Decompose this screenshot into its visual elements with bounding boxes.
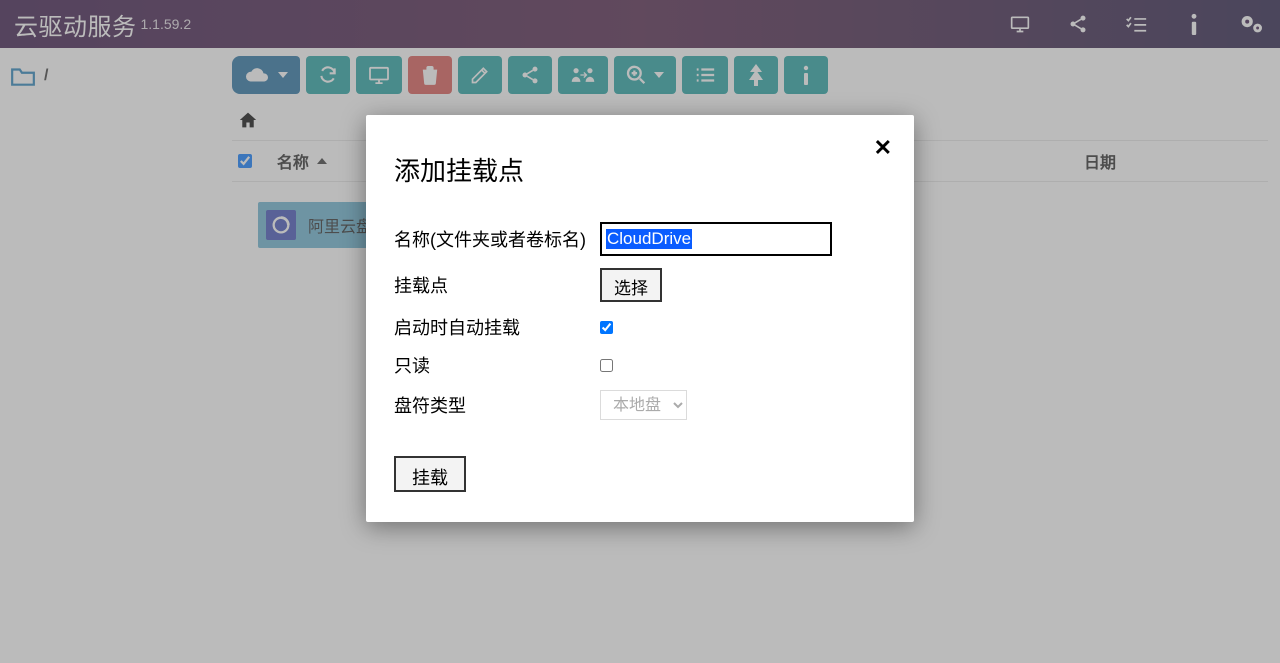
drivetype-select: 本地盘 <box>600 390 687 420</box>
name-label: 名称(文件夹或者卷标名) <box>394 226 600 252</box>
drivetype-label: 盘符类型 <box>394 392 600 418</box>
automount-label: 启动时自动挂载 <box>394 314 600 340</box>
readonly-checkbox[interactable] <box>600 359 613 372</box>
select-mountpoint-button[interactable]: 选择 <box>600 268 662 302</box>
mount-submit-button[interactable]: 挂载 <box>394 456 466 492</box>
readonly-label: 只读 <box>394 352 600 378</box>
dialog-title: 添加挂载点 <box>394 151 886 188</box>
automount-checkbox[interactable] <box>600 321 613 334</box>
close-icon[interactable]: ✕ <box>874 135 892 161</box>
mountpoint-label: 挂载点 <box>394 272 600 298</box>
add-mount-dialog: ✕ 添加挂载点 名称(文件夹或者卷标名) CloudDrive 挂载点 选择 启… <box>366 115 914 522</box>
modal-overlay: ✕ 添加挂载点 名称(文件夹或者卷标名) CloudDrive 挂载点 选择 启… <box>0 0 1280 663</box>
name-field[interactable]: CloudDrive <box>600 222 832 256</box>
